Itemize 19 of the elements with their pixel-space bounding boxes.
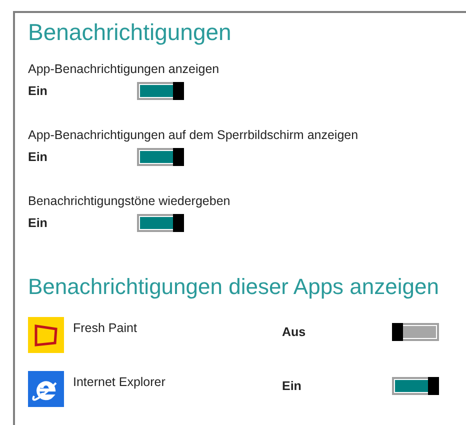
section-heading: Benachrichtigungen dieser Apps anzeigen <box>28 273 440 302</box>
picture-frame-icon <box>28 317 64 354</box>
section-heading: Benachrichtigungen <box>28 18 232 47</box>
toggle-switch[interactable] <box>137 148 184 166</box>
toggle-switch[interactable] <box>392 323 439 342</box>
toggle-switch[interactable] <box>137 214 184 232</box>
setting-label: App-Benachrichtigungen anzeigen <box>28 61 220 77</box>
toggle-state: Ein <box>282 378 302 396</box>
toggle-state: Ein <box>28 148 48 166</box>
toggle-state: Aus <box>282 324 307 342</box>
setting-label: Benachrichtigungstöne wiedergeben <box>28 192 232 208</box>
toggle-state: Ein <box>28 214 48 232</box>
toggle-switch[interactable] <box>137 82 184 100</box>
letter-e-icon <box>28 371 64 408</box>
setting-label: App-Benachrichtigungen auf dem Sperrbildschirm anzeigen <box>28 126 360 143</box>
app-name: Fresh Paint <box>73 320 138 338</box>
toggle-switch[interactable] <box>392 377 439 396</box>
app-name: Internet Explorer <box>73 374 166 392</box>
toggle-state: Ein <box>28 83 48 100</box>
